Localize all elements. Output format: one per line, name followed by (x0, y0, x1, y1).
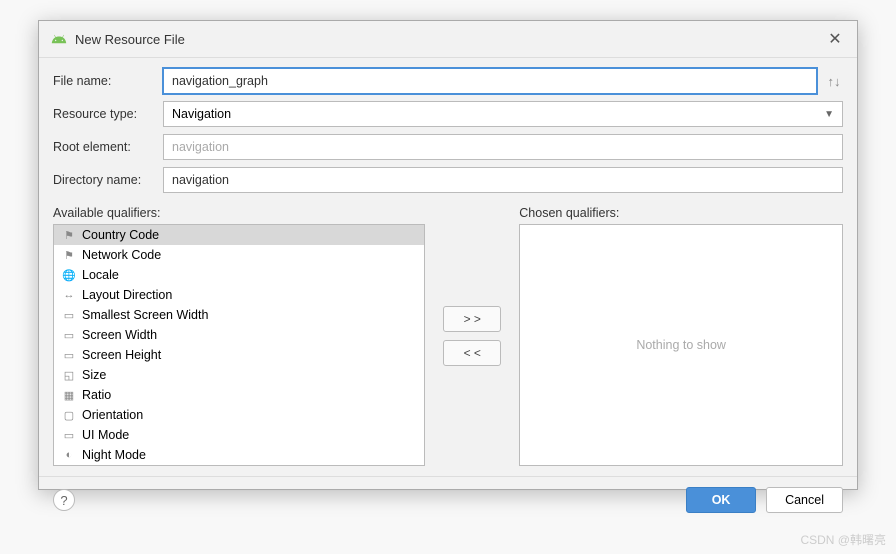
resource-type-select[interactable]: Navigation ▼ (163, 101, 843, 127)
size-icon: ◱ (62, 368, 76, 382)
qualifier-label: Night Mode (82, 448, 146, 462)
directory-name-row: Directory name: (53, 167, 843, 193)
dialog-content: File name: ↑↓ Resource type: Navigation … (39, 58, 857, 476)
globe-icon: 🌐 (62, 268, 76, 282)
cancel-button[interactable]: Cancel (766, 487, 843, 513)
qualifier-label: Network Code (82, 248, 161, 262)
chosen-qualifiers-col: Chosen qualifiers: Nothing to show (519, 206, 843, 466)
qualifier-item[interactable]: 🌐 Locale (54, 265, 424, 285)
flag-icon: ⚑ (62, 228, 76, 242)
move-right-button[interactable]: > > (443, 306, 501, 332)
watermark-text: CSDN @韩曙亮 (800, 531, 886, 548)
qualifier-item[interactable]: ▭ Screen Width (54, 325, 424, 345)
file-name-label: File name: (53, 74, 163, 88)
flag-icon: ⚑ (62, 248, 76, 262)
ok-button[interactable]: OK (686, 487, 756, 513)
qualifier-item[interactable]: ▦ Ratio (54, 385, 424, 405)
resource-type-row: Resource type: Navigation ▼ (53, 101, 843, 127)
qualifier-item[interactable]: ⚑ Network Code (54, 245, 424, 265)
new-resource-file-dialog: New Resource File ✕ File name: ↑↓ Resour… (38, 20, 858, 490)
qualifier-label: Locale (82, 268, 119, 282)
night-icon: ◐ (62, 448, 76, 462)
screen-icon: ▭ (62, 348, 76, 362)
root-element-label: Root element: (53, 140, 163, 154)
available-qualifiers-label: Available qualifiers: (53, 206, 425, 220)
root-element-input[interactable] (163, 134, 843, 160)
qualifier-item[interactable]: ▭ UI Mode (54, 425, 424, 445)
chosen-qualifiers-label: Chosen qualifiers: (519, 206, 843, 220)
qualifier-item[interactable]: ▭ Screen Height (54, 345, 424, 365)
sort-icon[interactable]: ↑↓ (825, 74, 843, 89)
dialog-footer: ? OK Cancel (39, 476, 857, 523)
qualifier-label: Country Code (82, 228, 159, 242)
ui-icon: ▭ (62, 428, 76, 442)
arrows-icon: ↔ (62, 288, 76, 302)
qualifier-label: UI Mode (82, 428, 129, 442)
qualifier-label: Screen Height (82, 348, 161, 362)
qualifier-label: Ratio (82, 388, 111, 402)
file-name-input[interactable] (163, 68, 817, 94)
qualifier-item[interactable]: ◱ Size (54, 365, 424, 385)
qualifier-label: Size (82, 368, 106, 382)
titlebar: New Resource File ✕ (39, 21, 857, 58)
dialog-title: New Resource File (75, 32, 825, 47)
resource-type-label: Resource type: (53, 107, 163, 121)
help-button[interactable]: ? (53, 489, 75, 511)
qualifier-item[interactable]: ▢ Orientation (54, 405, 424, 425)
screen-icon: ▭ (62, 328, 76, 342)
chosen-qualifiers-list[interactable]: Nothing to show (519, 224, 843, 466)
screen-icon: ▭ (62, 308, 76, 322)
android-icon (51, 31, 67, 47)
qualifier-label: Layout Direction (82, 288, 172, 302)
chevron-down-icon: ▼ (824, 109, 834, 120)
qualifier-item[interactable]: ▭ Smallest Screen Width (54, 305, 424, 325)
available-qualifiers-col: Available qualifiers: ⚑ Country Code ⚑ Netw… (53, 206, 425, 466)
directory-name-input[interactable] (163, 167, 843, 193)
root-element-row: Root element: (53, 134, 843, 160)
qualifier-label: Smallest Screen Width (82, 308, 208, 322)
ratio-icon: ▦ (62, 388, 76, 402)
file-name-row: File name: ↑↓ (53, 68, 843, 94)
qualifier-item[interactable]: ⚑ Country Code (54, 225, 424, 245)
close-icon[interactable]: ✕ (825, 29, 845, 49)
qualifier-label: Orientation (82, 408, 143, 422)
qualifier-label: Screen Width (82, 328, 157, 342)
qualifiers-area: Available qualifiers: ⚑ Country Code ⚑ Netw… (53, 206, 843, 466)
available-qualifiers-list[interactable]: ⚑ Country Code ⚑ Network Code 🌐 Locale ↔ Layout… (53, 224, 425, 466)
qualifier-item[interactable]: ↔ Layout Direction (54, 285, 424, 305)
qualifier-item[interactable]: ◐ Night Mode (54, 445, 424, 465)
orient-icon: ▢ (62, 408, 76, 422)
directory-name-label: Directory name: (53, 173, 163, 187)
move-left-button[interactable]: < < (443, 340, 501, 366)
nothing-to-show-text: Nothing to show (636, 338, 726, 352)
qualifier-move-buttons: > > < < (425, 206, 519, 466)
resource-type-value: Navigation (172, 107, 231, 121)
